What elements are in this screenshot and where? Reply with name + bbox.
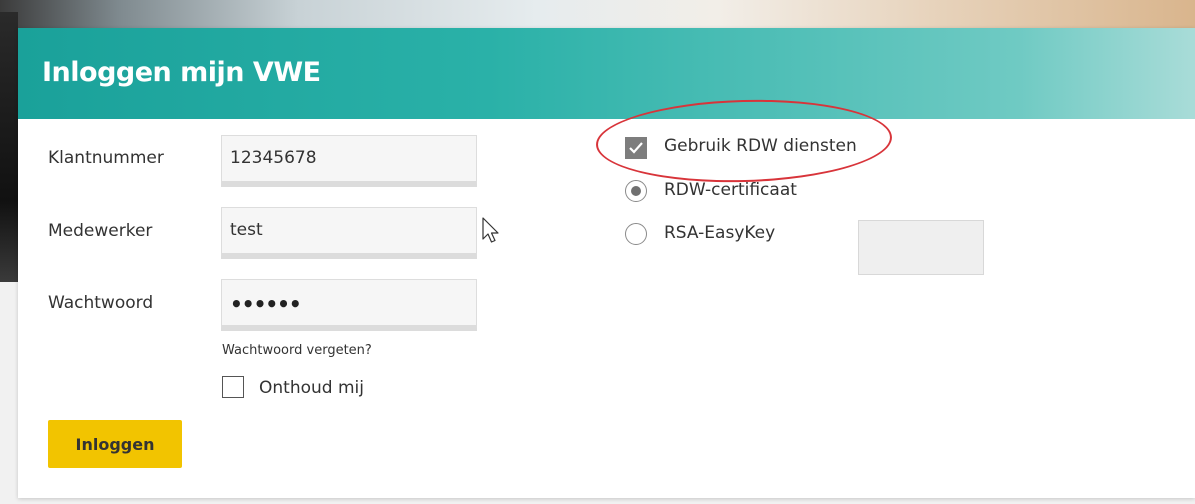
employee-label: Medewerker bbox=[48, 221, 153, 241]
radio-rdw-certificate[interactable] bbox=[625, 180, 647, 202]
rdw-certificate-label: RDW-certificaat bbox=[664, 180, 797, 200]
employee-input[interactable] bbox=[222, 208, 476, 252]
password-label: Wachtwoord bbox=[48, 293, 154, 313]
customer-number-input[interactable] bbox=[222, 136, 476, 180]
background-photo-edge bbox=[0, 12, 18, 282]
easykey-token-input[interactable] bbox=[858, 220, 984, 275]
customer-number-field[interactable] bbox=[221, 135, 477, 187]
employee-field[interactable] bbox=[221, 207, 477, 259]
checkmark-icon bbox=[629, 142, 643, 154]
mouse-cursor-icon bbox=[482, 217, 499, 243]
password-field[interactable]: •••••• bbox=[221, 279, 477, 331]
remember-me-checkbox[interactable] bbox=[222, 376, 244, 398]
use-rdw-services-label: Gebruik RDW diensten bbox=[664, 136, 857, 156]
page-title: Inloggen mijn VWE bbox=[42, 57, 321, 88]
login-panel: Inloggen mijn VWE Klantnummer Medewerker… bbox=[18, 28, 1195, 498]
rsa-easykey-label: RSA-EasyKey bbox=[664, 223, 776, 243]
panel-header: Inloggen mijn VWE bbox=[18, 28, 1195, 119]
remember-me-label: Onthoud mij bbox=[259, 378, 364, 398]
password-input[interactable]: •••••• bbox=[230, 292, 302, 316]
use-rdw-services-checkbox[interactable] bbox=[625, 137, 647, 159]
radio-rsa-easykey[interactable] bbox=[625, 223, 647, 245]
customer-number-label: Klantnummer bbox=[48, 148, 164, 168]
forgot-password-link[interactable]: Wachtwoord vergeten? bbox=[222, 343, 372, 358]
radio-selected-dot bbox=[631, 186, 641, 196]
login-button[interactable]: Inloggen bbox=[48, 420, 182, 468]
